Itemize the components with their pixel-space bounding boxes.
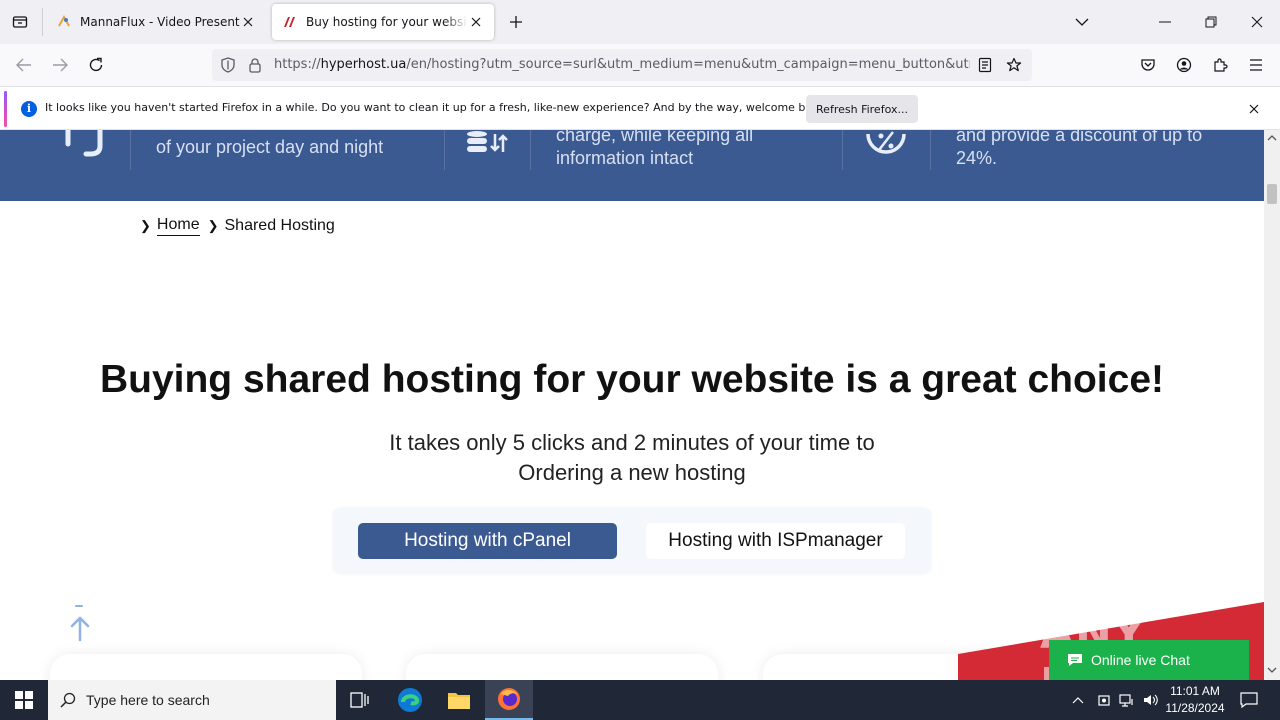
feature-text-1: of your project day and night: [156, 137, 384, 157]
hyperhost-favicon-icon: [284, 17, 295, 27]
windows-start-icon[interactable]: [0, 680, 48, 720]
tracking-shield-icon[interactable]: [220, 57, 236, 77]
reader-view-icon[interactable]: [978, 57, 992, 77]
pocket-icon[interactable]: [1137, 54, 1159, 76]
windows-taskbar: Type here to search 11:01 AM 11/28/2024: [0, 680, 1280, 720]
hosting-type-switcher: Hosting with cPanel Hosting with ISPmana…: [333, 508, 931, 574]
tab-hyperhost[interactable]: Buy hosting for your website. Re: [272, 4, 494, 40]
tab-mannaflux[interactable]: MannaFlux - Video Presentation: [46, 4, 266, 40]
feature-divider: [530, 130, 531, 170]
breadcrumb-current: Shared Hosting: [224, 217, 335, 234]
url-text[interactable]: https://hyperhost.ua/en/hosting?utm_sour…: [274, 57, 970, 72]
breadcrumb-chevron-icon: ❯: [207, 218, 219, 233]
support-headset-icon: [65, 130, 103, 157]
task-view-icon[interactable]: [336, 680, 384, 720]
firefox-taskbar-icon[interactable]: [485, 680, 533, 720]
edge-browser-icon[interactable]: [386, 680, 434, 720]
refresh-firefox-button[interactable]: Refresh Firefox...: [806, 95, 918, 123]
network-icon[interactable]: [1116, 680, 1138, 720]
security-tray-icon[interactable]: [1094, 680, 1114, 720]
restore-window-icon[interactable]: [1188, 4, 1234, 40]
tray-overflow-chevron-icon[interactable]: [1068, 680, 1088, 720]
breadcrumb-chevron-icon: ❯: [140, 218, 151, 233]
close-icon[interactable]: [1246, 101, 1262, 117]
page-title: Buying shared hosting for your website i…: [99, 358, 1165, 401]
tab-title: MannaFlux - Video Presentation: [80, 15, 240, 29]
hosting-ispmanager-tab[interactable]: Hosting with ISPmanager: [646, 523, 905, 559]
close-window-icon[interactable]: [1234, 4, 1280, 40]
navigation-toolbar: https://hyperhost.ua/en/hosting?utm_sour…: [0, 44, 1280, 86]
tab-separator: [42, 8, 43, 36]
hosting-cpanel-tab[interactable]: Hosting with cPanel: [358, 523, 617, 559]
back-arrow-icon[interactable]: [10, 52, 38, 78]
account-icon[interactable]: [1173, 54, 1195, 76]
page-subtitle: It takes only 5 clicks and 2 minutes of …: [389, 430, 875, 485]
extensions-puzzle-icon[interactable]: [1209, 54, 1231, 76]
hamburger-menu-icon[interactable]: [1245, 54, 1267, 76]
feature-divider: [842, 130, 843, 170]
scrollbar-thumb[interactable]: [1267, 184, 1277, 204]
search-placeholder: Type here to search: [86, 692, 210, 708]
address-bar[interactable]: https://hyperhost.ua/en/hosting?utm_sour…: [212, 49, 1032, 81]
page-scrollbar[interactable]: [1264, 130, 1280, 680]
taskbar-search-box[interactable]: Type here to search: [48, 680, 336, 720]
database-transfer-icon: [467, 131, 508, 152]
scroll-up-icon[interactable]: [1267, 134, 1277, 142]
feature-divider: [130, 130, 131, 170]
taskbar-clock[interactable]: 11:01 AM 11/28/2024: [1160, 683, 1230, 717]
notification-bar: i It looks like you haven't started Fire…: [0, 86, 1280, 130]
close-tab-icon[interactable]: [468, 14, 484, 30]
forward-arrow-icon[interactable]: [46, 52, 74, 78]
feature-divider: [930, 130, 931, 170]
breadcrumb-home-link[interactable]: Home: [156, 216, 200, 236]
scroll-down-icon[interactable]: [1267, 666, 1277, 674]
mannaflux-favicon-icon: [58, 14, 70, 27]
lock-icon[interactable]: [248, 57, 262, 77]
chevron-down-icon[interactable]: [1070, 10, 1094, 34]
feature-text-3: and provide a discount of up to 24%.: [956, 130, 1203, 168]
scroll-up-arrow-icon[interactable]: [66, 604, 94, 644]
close-tab-icon[interactable]: [240, 14, 256, 30]
feature-divider: [444, 130, 445, 170]
features-band: of your project day and night charge, wh…: [0, 130, 1264, 201]
tab-title: Buy hosting for your website. Re: [306, 15, 468, 29]
notification-center-icon[interactable]: [1234, 680, 1264, 720]
notification-message: It looks like you haven't started Firefo…: [45, 101, 829, 114]
volume-speaker-icon[interactable]: [1140, 680, 1162, 720]
chat-label: Online live Chat: [1091, 652, 1190, 668]
plan-card: [50, 654, 362, 680]
new-tab-plus-icon[interactable]: [504, 10, 528, 34]
info-icon: i: [21, 101, 37, 117]
breadcrumb: ❯ Home ❯ Shared Hosting: [140, 216, 335, 236]
chat-bubble-icon: [1068, 654, 1082, 666]
discount-percent-icon: [866, 131, 906, 154]
feature-text-2: charge, while keeping all information int…: [556, 130, 754, 168]
notification-accent: [4, 91, 7, 127]
file-explorer-icon[interactable]: [435, 680, 483, 720]
search-icon: [60, 692, 76, 708]
reload-icon[interactable]: [82, 52, 110, 78]
list-all-tabs-icon[interactable]: [8, 10, 32, 34]
plan-card: [406, 654, 718, 680]
tab-strip: MannaFlux - Video Presentation Buy hosti…: [0, 0, 1280, 44]
web-page: of your project day and night charge, wh…: [0, 130, 1264, 680]
online-chat-button[interactable]: Online live Chat: [1049, 640, 1249, 680]
bookmark-star-icon[interactable]: [1006, 57, 1022, 77]
minimize-window-icon[interactable]: [1142, 4, 1188, 40]
